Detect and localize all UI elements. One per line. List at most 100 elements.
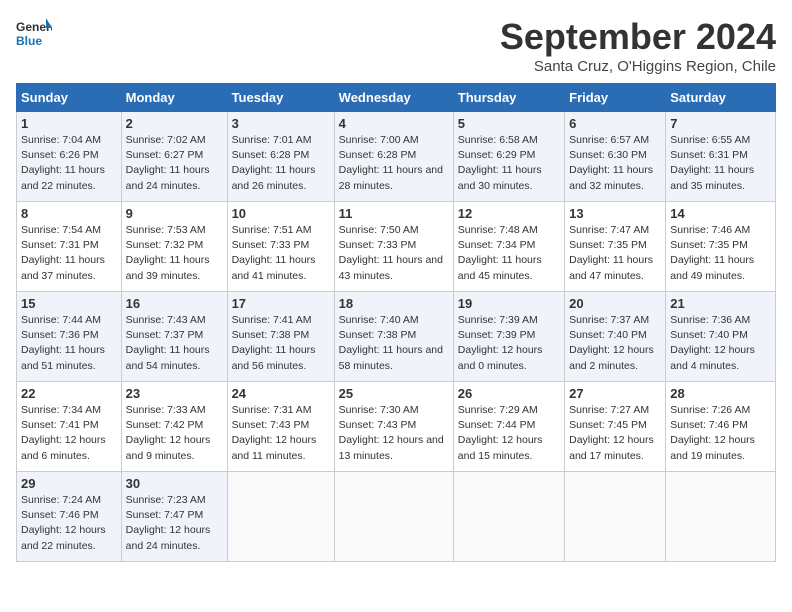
day-number: 16: [126, 296, 223, 311]
day-info: Sunrise: 7:33 AM Sunset: 7:42 PM Dayligh…: [126, 403, 223, 464]
day-info: Sunrise: 7:27 AM Sunset: 7:45 PM Dayligh…: [569, 403, 661, 464]
day-info: Sunrise: 7:50 AM Sunset: 7:33 PM Dayligh…: [339, 223, 449, 284]
calendar-week-row: 15 Sunrise: 7:44 AM Sunset: 7:36 PM Dayl…: [17, 292, 776, 382]
calendar-cell: 28 Sunrise: 7:26 AM Sunset: 7:46 PM Dayl…: [666, 382, 776, 472]
day-info: Sunrise: 7:54 AM Sunset: 7:31 PM Dayligh…: [21, 223, 117, 284]
calendar-header-row: Sunday Monday Tuesday Wednesday Thursday…: [17, 84, 776, 112]
day-info: Sunrise: 7:44 AM Sunset: 7:36 PM Dayligh…: [21, 313, 117, 374]
day-number: 24: [232, 386, 330, 401]
day-info: Sunrise: 7:04 AM Sunset: 6:26 PM Dayligh…: [21, 133, 117, 194]
calendar-cell: 7 Sunrise: 6:55 AM Sunset: 6:31 PM Dayli…: [666, 112, 776, 202]
calendar-cell: 27 Sunrise: 7:27 AM Sunset: 7:45 PM Dayl…: [565, 382, 666, 472]
calendar-cell: 20 Sunrise: 7:37 AM Sunset: 7:40 PM Dayl…: [565, 292, 666, 382]
calendar-cell: 13 Sunrise: 7:47 AM Sunset: 7:35 PM Dayl…: [565, 202, 666, 292]
month-title: September 2024: [500, 16, 776, 58]
day-info: Sunrise: 7:39 AM Sunset: 7:39 PM Dayligh…: [458, 313, 560, 374]
calendar-cell: 22 Sunrise: 7:34 AM Sunset: 7:41 PM Dayl…: [17, 382, 122, 472]
day-number: 15: [21, 296, 117, 311]
day-info: Sunrise: 7:37 AM Sunset: 7:40 PM Dayligh…: [569, 313, 661, 374]
day-number: 23: [126, 386, 223, 401]
day-info: Sunrise: 6:57 AM Sunset: 6:30 PM Dayligh…: [569, 133, 661, 194]
calendar-cell: 5 Sunrise: 6:58 AM Sunset: 6:29 PM Dayli…: [453, 112, 564, 202]
day-number: 30: [126, 476, 223, 491]
day-number: 18: [339, 296, 449, 311]
day-number: 4: [339, 116, 449, 131]
calendar-week-row: 1 Sunrise: 7:04 AM Sunset: 6:26 PM Dayli…: [17, 112, 776, 202]
day-info: Sunrise: 7:53 AM Sunset: 7:32 PM Dayligh…: [126, 223, 223, 284]
day-number: 21: [670, 296, 771, 311]
svg-text:Blue: Blue: [16, 34, 42, 48]
day-number: 14: [670, 206, 771, 221]
calendar-cell: 16 Sunrise: 7:43 AM Sunset: 7:37 PM Dayl…: [121, 292, 227, 382]
calendar-cell: 12 Sunrise: 7:48 AM Sunset: 7:34 PM Dayl…: [453, 202, 564, 292]
day-info: Sunrise: 7:01 AM Sunset: 6:28 PM Dayligh…: [232, 133, 330, 194]
day-number: 1: [21, 116, 117, 131]
calendar-cell: 14 Sunrise: 7:46 AM Sunset: 7:35 PM Dayl…: [666, 202, 776, 292]
day-info: Sunrise: 7:46 AM Sunset: 7:35 PM Dayligh…: [670, 223, 771, 284]
calendar-cell: [565, 472, 666, 562]
calendar-cell: 9 Sunrise: 7:53 AM Sunset: 7:32 PM Dayli…: [121, 202, 227, 292]
calendar-cell: 3 Sunrise: 7:01 AM Sunset: 6:28 PM Dayli…: [227, 112, 334, 202]
day-info: Sunrise: 7:30 AM Sunset: 7:43 PM Dayligh…: [339, 403, 449, 464]
calendar-cell: [666, 472, 776, 562]
col-wednesday: Wednesday: [334, 84, 453, 112]
day-number: 3: [232, 116, 330, 131]
calendar-cell: 26 Sunrise: 7:29 AM Sunset: 7:44 PM Dayl…: [453, 382, 564, 472]
calendar-cell: 6 Sunrise: 6:57 AM Sunset: 6:30 PM Dayli…: [565, 112, 666, 202]
day-number: 9: [126, 206, 223, 221]
logo: General Blue: [16, 16, 52, 52]
day-number: 5: [458, 116, 560, 131]
col-sunday: Sunday: [17, 84, 122, 112]
calendar-cell: [453, 472, 564, 562]
day-number: 25: [339, 386, 449, 401]
day-info: Sunrise: 6:55 AM Sunset: 6:31 PM Dayligh…: [670, 133, 771, 194]
day-number: 27: [569, 386, 661, 401]
day-info: Sunrise: 7:41 AM Sunset: 7:38 PM Dayligh…: [232, 313, 330, 374]
calendar-cell: 30 Sunrise: 7:23 AM Sunset: 7:47 PM Dayl…: [121, 472, 227, 562]
col-tuesday: Tuesday: [227, 84, 334, 112]
calendar-table: Sunday Monday Tuesday Wednesday Thursday…: [16, 83, 776, 562]
day-number: 22: [21, 386, 117, 401]
day-number: 29: [21, 476, 117, 491]
calendar-cell: 24 Sunrise: 7:31 AM Sunset: 7:43 PM Dayl…: [227, 382, 334, 472]
calendar-cell: 4 Sunrise: 7:00 AM Sunset: 6:28 PM Dayli…: [334, 112, 453, 202]
calendar-cell: 8 Sunrise: 7:54 AM Sunset: 7:31 PM Dayli…: [17, 202, 122, 292]
day-number: 20: [569, 296, 661, 311]
day-number: 10: [232, 206, 330, 221]
day-info: Sunrise: 7:00 AM Sunset: 6:28 PM Dayligh…: [339, 133, 449, 194]
calendar-cell: 25 Sunrise: 7:30 AM Sunset: 7:43 PM Dayl…: [334, 382, 453, 472]
col-monday: Monday: [121, 84, 227, 112]
day-number: 28: [670, 386, 771, 401]
location: Santa Cruz, O'Higgins Region, Chile: [500, 58, 776, 75]
day-info: Sunrise: 7:36 AM Sunset: 7:40 PM Dayligh…: [670, 313, 771, 374]
day-info: Sunrise: 7:48 AM Sunset: 7:34 PM Dayligh…: [458, 223, 560, 284]
col-saturday: Saturday: [666, 84, 776, 112]
day-number: 2: [126, 116, 223, 131]
day-number: 12: [458, 206, 560, 221]
calendar-cell: 11 Sunrise: 7:50 AM Sunset: 7:33 PM Dayl…: [334, 202, 453, 292]
day-number: 17: [232, 296, 330, 311]
logo-svg: General Blue: [16, 16, 52, 52]
day-info: Sunrise: 7:40 AM Sunset: 7:38 PM Dayligh…: [339, 313, 449, 374]
day-number: 8: [21, 206, 117, 221]
title-block: September 2024 Santa Cruz, O'Higgins Reg…: [500, 16, 776, 75]
day-number: 11: [339, 206, 449, 221]
calendar-cell: 23 Sunrise: 7:33 AM Sunset: 7:42 PM Dayl…: [121, 382, 227, 472]
col-thursday: Thursday: [453, 84, 564, 112]
calendar-cell: 17 Sunrise: 7:41 AM Sunset: 7:38 PM Dayl…: [227, 292, 334, 382]
calendar-cell: 19 Sunrise: 7:39 AM Sunset: 7:39 PM Dayl…: [453, 292, 564, 382]
calendar-cell: 29 Sunrise: 7:24 AM Sunset: 7:46 PM Dayl…: [17, 472, 122, 562]
day-info: Sunrise: 7:34 AM Sunset: 7:41 PM Dayligh…: [21, 403, 117, 464]
day-info: Sunrise: 6:58 AM Sunset: 6:29 PM Dayligh…: [458, 133, 560, 194]
calendar-week-row: 22 Sunrise: 7:34 AM Sunset: 7:41 PM Dayl…: [17, 382, 776, 472]
calendar-week-row: 29 Sunrise: 7:24 AM Sunset: 7:46 PM Dayl…: [17, 472, 776, 562]
calendar-cell: 15 Sunrise: 7:44 AM Sunset: 7:36 PM Dayl…: [17, 292, 122, 382]
day-info: Sunrise: 7:26 AM Sunset: 7:46 PM Dayligh…: [670, 403, 771, 464]
day-info: Sunrise: 7:23 AM Sunset: 7:47 PM Dayligh…: [126, 493, 223, 554]
day-info: Sunrise: 7:43 AM Sunset: 7:37 PM Dayligh…: [126, 313, 223, 374]
day-number: 13: [569, 206, 661, 221]
calendar-cell: [227, 472, 334, 562]
day-info: Sunrise: 7:24 AM Sunset: 7:46 PM Dayligh…: [21, 493, 117, 554]
day-info: Sunrise: 7:02 AM Sunset: 6:27 PM Dayligh…: [126, 133, 223, 194]
day-info: Sunrise: 7:31 AM Sunset: 7:43 PM Dayligh…: [232, 403, 330, 464]
